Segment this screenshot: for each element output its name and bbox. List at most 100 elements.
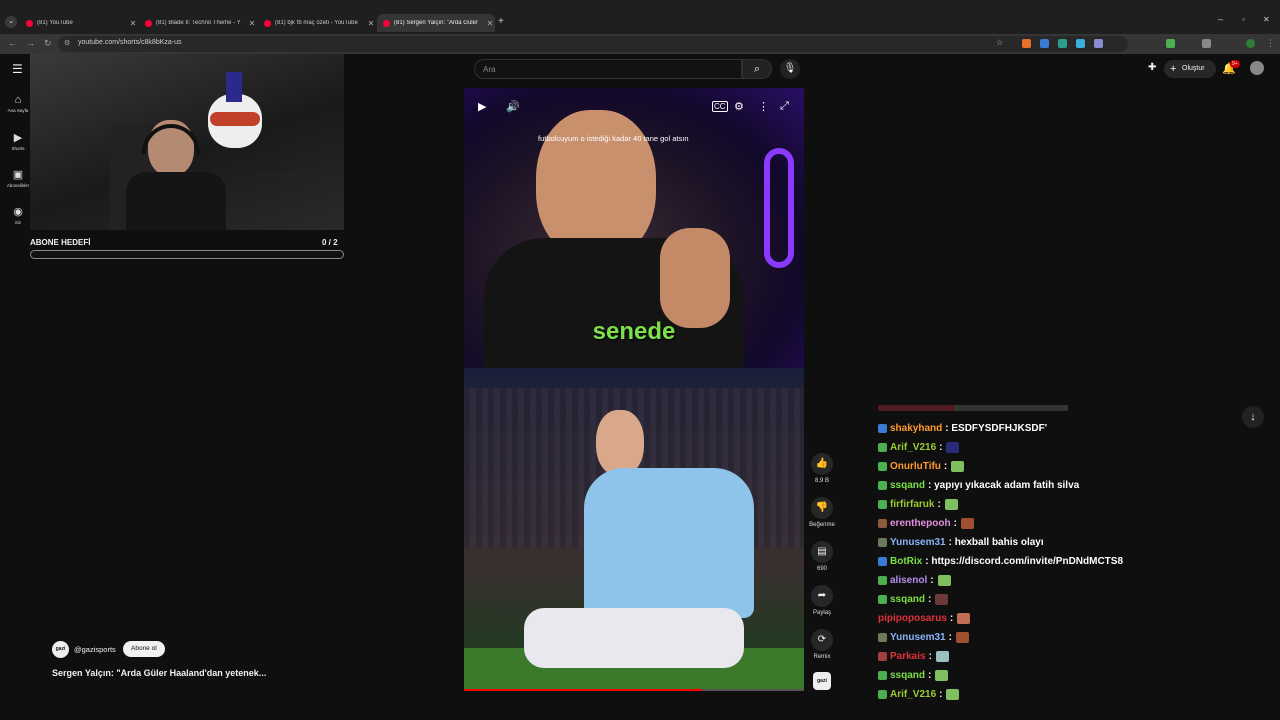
settings-gear-icon[interactable]: ⚙: [734, 100, 744, 113]
like-button[interactable]: 👍 8,9 B: [808, 453, 836, 484]
browser-tab[interactable]: (81) Sergen Yalçın: "Arda Güler ✕: [377, 14, 495, 32]
channel-name[interactable]: @gazisports: [74, 645, 116, 654]
studio-neon-light: [764, 148, 794, 268]
chat-username[interactable]: firfirfaruk: [890, 499, 934, 510]
share-button[interactable]: ➦ Paylaş: [808, 585, 836, 616]
extension-icon[interactable]: [1166, 39, 1175, 48]
chat-username[interactable]: OnurluTifu: [890, 461, 941, 472]
sidebar-item[interactable]: ◉ Siz: [0, 205, 36, 225]
chat-username[interactable]: shakyhand: [890, 423, 942, 434]
extension-icon[interactable]: [1040, 39, 1049, 48]
browser-tab[interactable]: (81) bjk fb maç özeti - YouTube ✕: [258, 14, 376, 32]
notification-count-badge: 9+: [1230, 60, 1240, 68]
forward-icon[interactable]: →: [26, 38, 35, 48]
tab-list-menu-icon[interactable]: ⌄: [5, 16, 17, 28]
chat-message: alisenol:: [878, 571, 951, 590]
streamer-webcam: [30, 54, 344, 230]
restore-icon[interactable]: ▫: [1242, 15, 1245, 24]
reload-icon[interactable]: ↻: [44, 38, 52, 49]
subscribe-button[interactable]: Abone ol: [123, 641, 165, 657]
close-tab-icon[interactable]: ✕: [485, 19, 495, 28]
address-bar[interactable]: ⚙ youtube.com/shorts/c8k8bKza-us ☆: [58, 36, 1128, 52]
chat-username[interactable]: Yunusem31: [890, 632, 946, 643]
chat-message: firfirfaruk:: [878, 495, 958, 514]
close-window-icon[interactable]: ✕: [1263, 15, 1270, 24]
more-options-icon[interactable]: ⋮: [758, 100, 769, 113]
scroll-down-arrow-icon[interactable]: ↓: [1242, 406, 1264, 428]
play-icon[interactable]: ▶: [478, 100, 486, 113]
chat-username[interactable]: ssqand: [890, 670, 925, 681]
chat-username[interactable]: alisenol: [890, 575, 927, 586]
comments-button[interactable]: ▤ 690: [808, 541, 836, 572]
extension-icon[interactable]: [1058, 39, 1067, 48]
chat-badge-icon: [878, 595, 887, 604]
hamburger-menu-icon[interactable]: ☰: [12, 62, 23, 76]
channel-mini-avatar[interactable]: gazi: [808, 672, 836, 690]
streamer-body: [126, 172, 226, 230]
video-progress-bar[interactable]: [464, 689, 804, 691]
chat-username[interactable]: ssqand: [890, 480, 925, 491]
chat-username[interactable]: ssqand: [890, 594, 925, 605]
tab-title: (81) bjk fb maç özeti - YouTube: [275, 20, 358, 26]
microphone-icon[interactable]: 🎙: [780, 59, 800, 79]
chat-username[interactable]: Parkais: [890, 651, 926, 662]
site-info-icon[interactable]: ⚙: [64, 39, 70, 47]
short-video-lower-frame[interactable]: [464, 368, 804, 691]
chat-username[interactable]: BotRix: [890, 556, 922, 567]
fullscreen-icon[interactable]: ⤢: [780, 100, 789, 113]
profile-icon[interactable]: [1246, 39, 1255, 48]
bookmark-star-icon[interactable]: ☆: [996, 38, 1003, 47]
close-tab-icon[interactable]: ✕: [128, 19, 138, 28]
extension-icon[interactable]: [1202, 39, 1211, 48]
chat-badge-icon: [878, 557, 887, 566]
minimize-icon[interactable]: –: [1218, 14, 1223, 24]
search-box[interactable]: Ara: [474, 59, 742, 79]
channel-logo: gazi: [813, 672, 831, 690]
chat-message-text: :: [939, 689, 943, 700]
channel-avatar[interactable]: gazi: [52, 641, 69, 658]
browser-tab[interactable]: (81) Blade II: Techno Theme - Y ✕: [139, 14, 257, 32]
browser-menu-icon[interactable]: ⋮: [1266, 38, 1275, 49]
volume-icon[interactable]: 🔊: [506, 100, 520, 113]
close-tab-icon[interactable]: ✕: [366, 19, 376, 28]
close-tab-icon[interactable]: ✕: [247, 19, 257, 28]
sidebar-item[interactable]: ⌂ Ana Sayfa: [0, 94, 36, 113]
create-button[interactable]: + Oluştur: [1164, 60, 1216, 78]
extension-icon[interactable]: [1094, 39, 1103, 48]
tab-title: (81) YouTube: [37, 20, 73, 26]
chat-username[interactable]: Arif_V216: [890, 689, 936, 700]
sidebar-item[interactable]: ▶ Shorts: [0, 131, 36, 151]
chat-badge-icon: [878, 576, 887, 585]
user-avatar[interactable]: [1250, 61, 1264, 75]
youtube-favicon-icon: [264, 19, 271, 27]
chat-emote-icon: [957, 613, 971, 624]
cast-icon[interactable]: ✚: [1148, 62, 1156, 73]
subscriber-goal-bar: [30, 250, 344, 259]
new-tab-icon[interactable]: +: [498, 16, 504, 27]
extension-icon[interactable]: [1022, 39, 1031, 48]
browser-nav-bar: ← → ↻ ⚙ youtube.com/shorts/c8k8bKza-us ☆…: [0, 34, 1280, 54]
remix-button[interactable]: ⟳ Remix: [808, 629, 836, 660]
chat-message-text: :: [953, 518, 957, 529]
chat-username[interactable]: Arif_V216: [890, 442, 936, 453]
sidebar-item[interactable]: ▣ Abonelikler: [0, 168, 36, 188]
search-icon[interactable]: ⌕: [742, 59, 772, 79]
captions-icon[interactable]: CC: [712, 101, 728, 112]
back-icon[interactable]: ←: [8, 38, 17, 48]
chat-message: Yunusem31:: [878, 628, 969, 647]
sidebar-item-label: Shorts: [11, 146, 25, 151]
share-icon: ➦: [811, 585, 833, 607]
microphone-arm: [260, 172, 340, 176]
chat-badge-icon: [878, 633, 887, 642]
plus-icon: +: [1170, 63, 1177, 75]
chat-message: Yunusem31: hexball bahis olayı: [878, 533, 1044, 552]
extension-icon[interactable]: [1076, 39, 1085, 48]
dislike-button[interactable]: 👎 Beğenme: [808, 497, 836, 528]
chat-username[interactable]: pipipoposarus: [878, 613, 947, 624]
video-title[interactable]: Sergen Yalçın: "Arda Güler Haaland'dan y…: [52, 668, 266, 678]
chat-badge-icon: [878, 481, 887, 490]
chat-username[interactable]: erenthepooh: [890, 518, 951, 529]
chat-badge-icon: [878, 424, 887, 433]
browser-tab[interactable]: (81) YouTube ✕: [20, 14, 138, 32]
chat-username[interactable]: Yunusem31: [890, 537, 946, 548]
